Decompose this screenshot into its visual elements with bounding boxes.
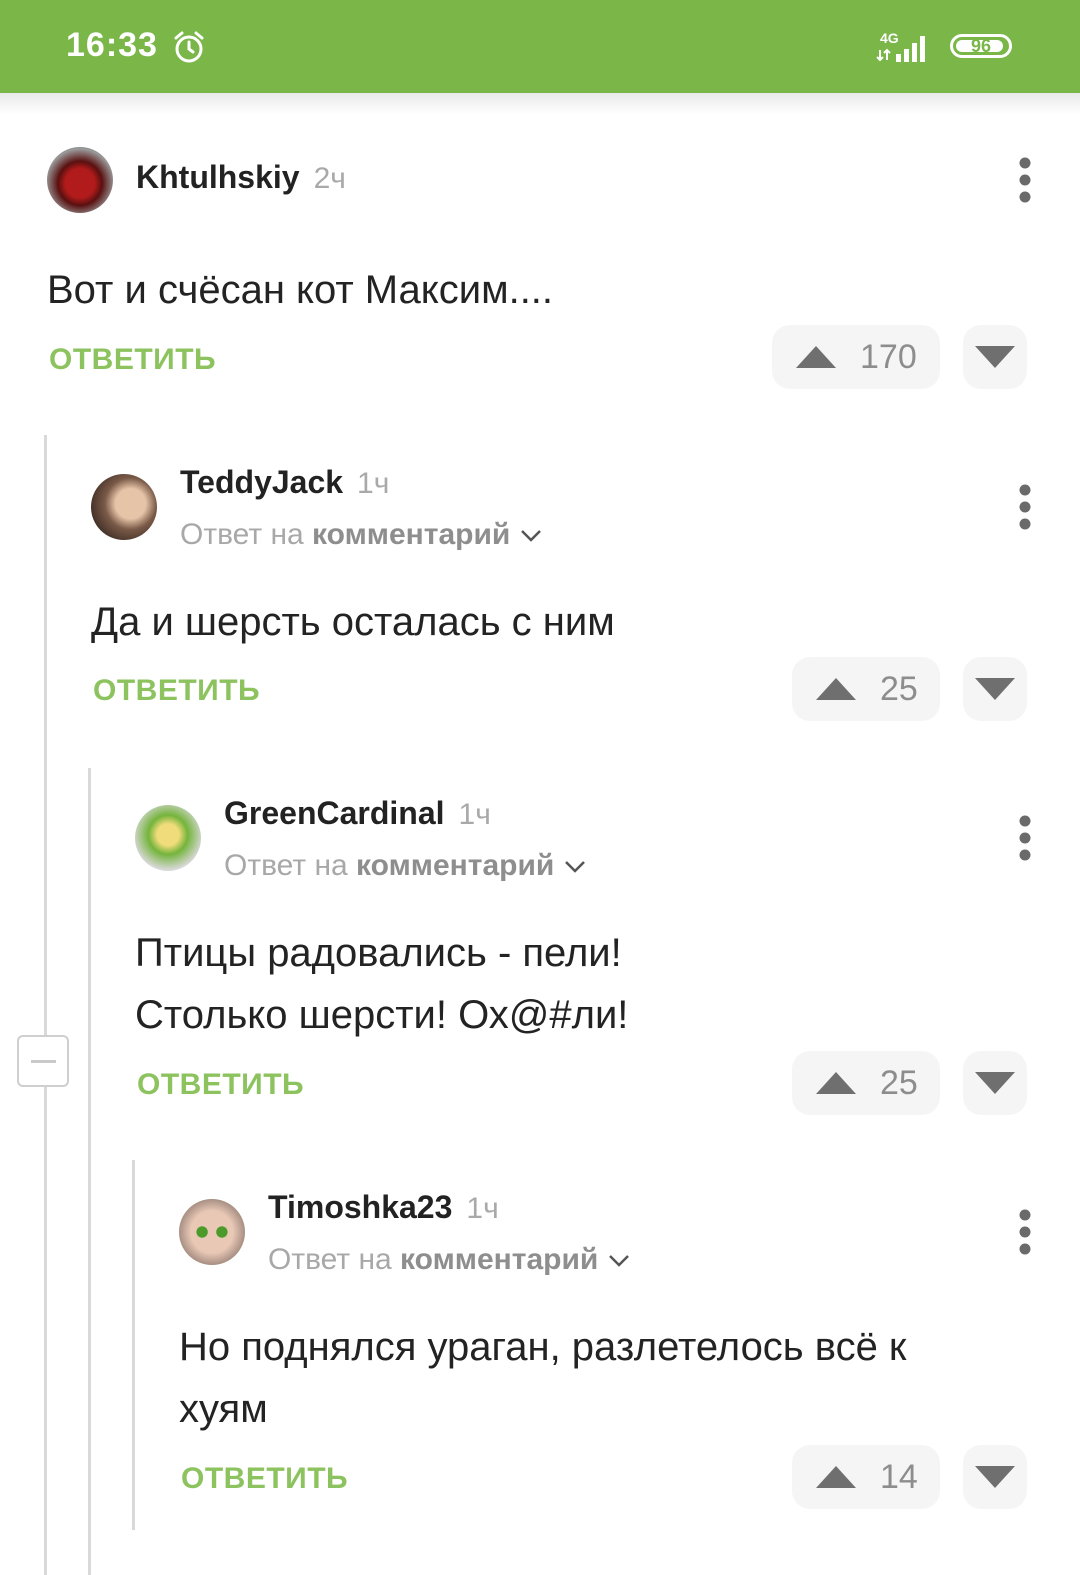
reply-to-link[interactable]: Ответ на комментарий (268, 1243, 630, 1277)
more-vertical-icon[interactable] (1018, 815, 1032, 861)
upvote-icon (816, 678, 856, 700)
comment-author[interactable]: Timoshka23 1ч (268, 1189, 499, 1226)
comment-text-line: Столько шерсти! Ох@#ли! (135, 993, 629, 1037)
upvote-button[interactable]: 170 (772, 325, 940, 389)
reply-button[interactable]: ОТВЕТИТЬ (49, 343, 216, 377)
comment-time: 1ч (466, 1192, 499, 1225)
reply-button[interactable]: ОТВЕТИТЬ (137, 1068, 304, 1102)
comment: Khtulhskiy 2ч Вот и счёсан кот Максим....… (47, 147, 1032, 397)
upvote-icon (816, 1072, 856, 1094)
thread-line-level-2[interactable] (88, 768, 91, 1575)
comment: Timoshka23 1ч Ответ на комментарий Но под… (179, 1189, 1032, 1519)
upvote-button[interactable]: 25 (792, 1051, 940, 1115)
comment-text: Но поднялся ураган, разлетелось всё к ху… (179, 1316, 906, 1440)
alarm-clock-icon (174, 31, 204, 63)
network-type: 4G (880, 30, 899, 46)
downvote-button[interactable] (963, 657, 1027, 721)
comment-text-line: Птицы радовались - пели! (135, 931, 622, 975)
upvote-button[interactable]: 14 (792, 1445, 940, 1509)
upvote-button[interactable]: 25 (792, 657, 940, 721)
comment-text-line: хуям (179, 1387, 268, 1431)
downvote-icon (975, 1466, 1015, 1488)
avatar[interactable] (47, 147, 113, 213)
chevron-down-icon (565, 861, 586, 873)
downvote-button[interactable] (963, 325, 1027, 389)
more-vertical-icon[interactable] (1018, 157, 1032, 203)
comment-author[interactable]: Khtulhskiy 2ч (136, 159, 346, 196)
comment: GreenCardinal 1ч Ответ на комментарий Пти… (135, 795, 1032, 1125)
comment-text: Да и шерсть осталась с ним (91, 600, 615, 644)
avatar[interactable] (91, 474, 157, 540)
rating-count: 170 (860, 337, 917, 376)
comment-time: 1ч (357, 467, 390, 500)
thread-line-level-1[interactable] (44, 435, 47, 1575)
reply-button[interactable]: ОТВЕТИТЬ (181, 1462, 348, 1496)
downvote-icon (975, 346, 1015, 368)
chevron-down-icon (609, 1255, 630, 1267)
downvote-icon (975, 678, 1015, 700)
header-shadow (0, 93, 1080, 115)
clock: 16:33 (66, 26, 158, 64)
comment-time: 1ч (458, 798, 491, 831)
comment-text: Вот и счёсан кот Максим.... (47, 268, 554, 312)
comment-text: Птицы радовались - пели! Столько шерсти!… (135, 922, 628, 1046)
avatar[interactable] (179, 1199, 245, 1265)
reply-button[interactable]: ОТВЕТИТЬ (93, 674, 260, 708)
battery-level: 96 (970, 35, 992, 56)
reply-to-link[interactable]: Ответ на комментарий (224, 849, 586, 883)
downvote-button[interactable] (963, 1051, 1027, 1115)
comment-time: 2ч (313, 162, 346, 195)
more-vertical-icon[interactable] (1018, 484, 1032, 530)
collapse-icon[interactable] (17, 1035, 69, 1087)
downvote-icon (975, 1072, 1015, 1094)
upvote-icon (816, 1466, 856, 1488)
status-bar: 16:33 4G 96 (0, 0, 1080, 93)
reply-to-link[interactable]: Ответ на комментарий (180, 518, 542, 552)
rating-count: 25 (880, 1063, 918, 1102)
rating-count: 14 (880, 1457, 918, 1496)
chevron-down-icon (521, 530, 542, 542)
comment-author[interactable]: GreenCardinal 1ч (224, 795, 491, 832)
thread-line-level-3[interactable] (132, 1160, 135, 1530)
comment: TeddyJack 1ч Ответ на комментарий Да и ше… (91, 464, 1032, 724)
more-vertical-icon[interactable] (1018, 1209, 1032, 1255)
rating-count: 25 (880, 669, 918, 708)
comment-text-line: Но поднялся ураган, разлетелось всё к (179, 1325, 907, 1369)
avatar[interactable] (135, 805, 201, 871)
comment-author[interactable]: TeddyJack 1ч (180, 464, 389, 501)
upvote-icon (796, 346, 836, 368)
downvote-button[interactable] (963, 1445, 1027, 1509)
battery-indicator: 96 (950, 34, 1012, 58)
